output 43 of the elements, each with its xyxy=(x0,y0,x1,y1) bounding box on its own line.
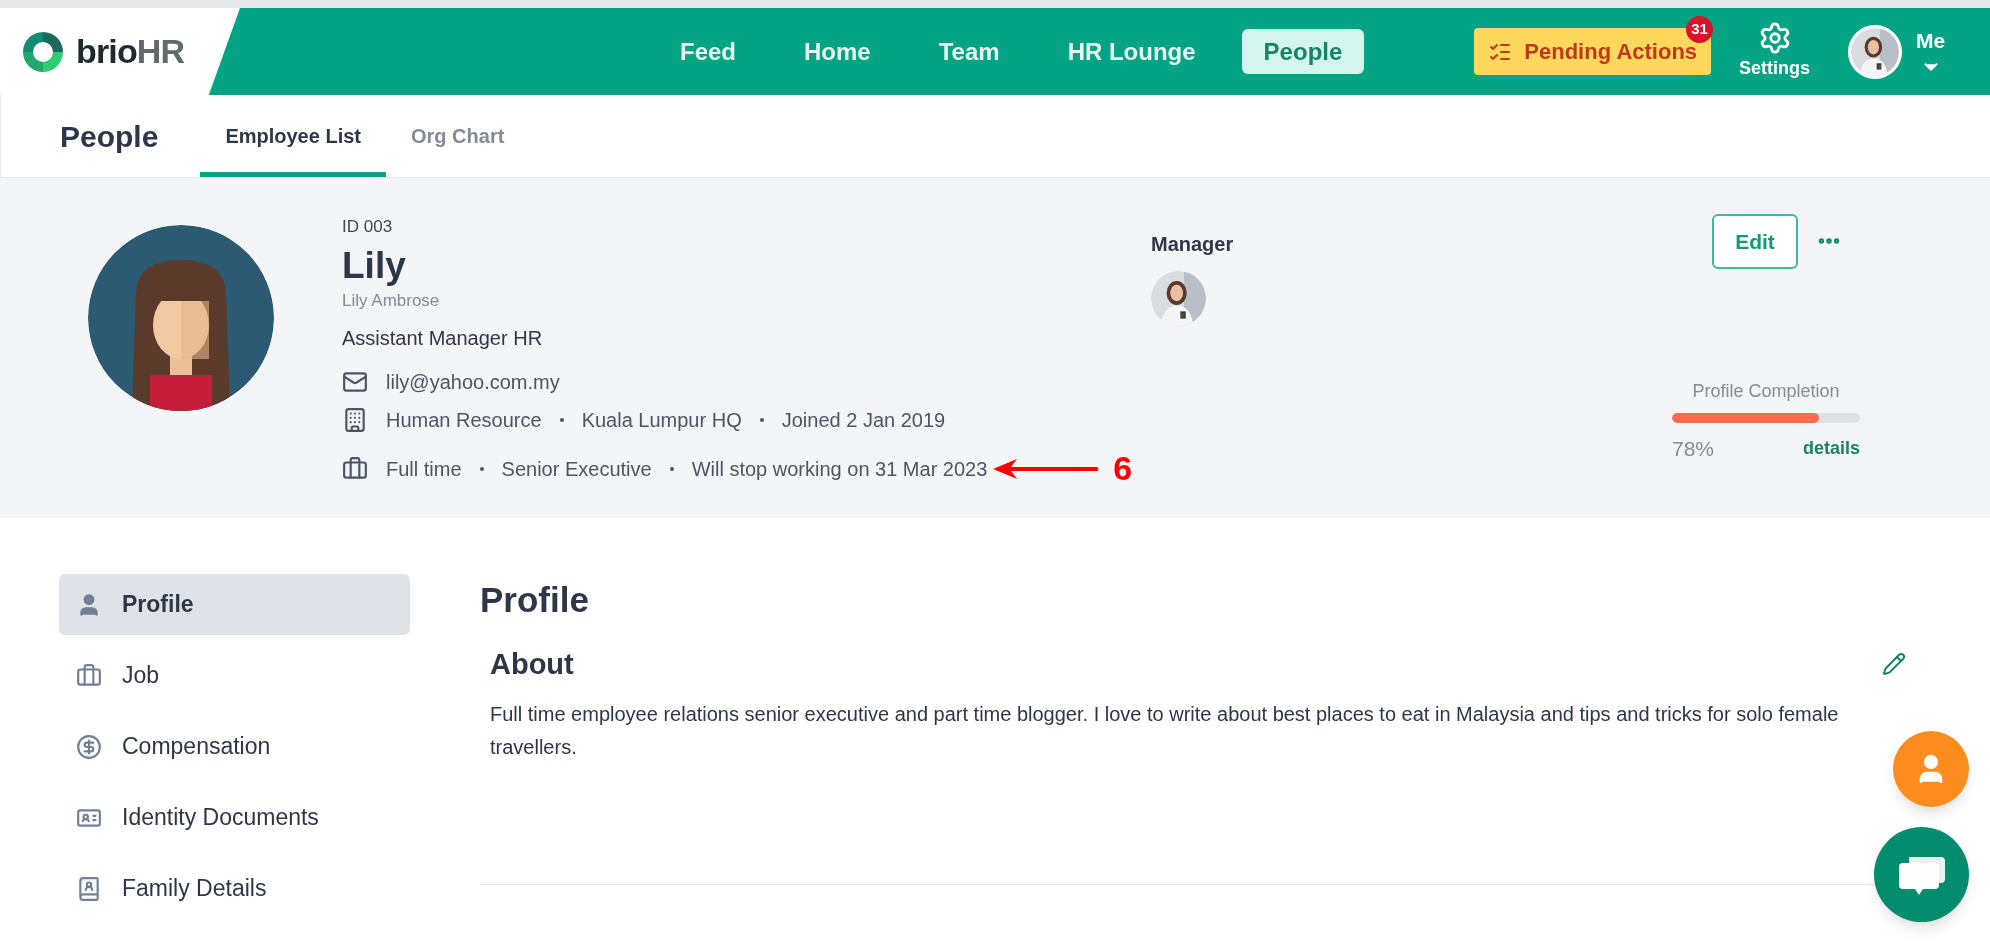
section-title: Profile xyxy=(480,579,590,621)
edit-icon[interactable] xyxy=(1882,652,1906,677)
employee-detail: Human Resource xyxy=(386,408,542,434)
details-link[interactable]: details xyxy=(1802,435,1860,463)
contact-book-icon xyxy=(76,875,102,902)
sidebar-item[interactable]: Family Details xyxy=(59,858,410,919)
employee-email: lily@yahoo.com.my xyxy=(386,370,560,396)
about-heading: About xyxy=(490,646,574,682)
nav-tab[interactable]: Home xyxy=(782,29,893,74)
sidebar-item[interactable]: Profile xyxy=(59,574,410,635)
building-icon xyxy=(342,407,368,434)
employee-detail: Full time xyxy=(386,456,462,482)
logo-text: brioHR xyxy=(76,31,185,72)
nav-tab[interactable]: HR Lounge xyxy=(1045,29,1218,74)
notification-badge: 31 xyxy=(1686,16,1713,43)
completion-label: Profile Completion xyxy=(1691,380,1841,403)
money-icon xyxy=(76,733,102,760)
annotation-number: 6 xyxy=(1113,448,1133,490)
settings-button[interactable]: Settings xyxy=(1739,8,1811,95)
briefcase-icon xyxy=(342,455,368,482)
nav-tab[interactable]: Feed xyxy=(658,29,758,74)
briefcase-icon xyxy=(76,662,102,689)
user-name[interactable]: Me xyxy=(1916,24,1946,57)
completion-percent: 78% xyxy=(1672,436,1715,462)
about-text: Full time employee relations senior executive and part time blogger. I love to write about best places to eat in Malaysia and tips and tricks for solo female travellers. xyxy=(490,702,1840,760)
employee-detail: Joined 2 Jan 2019 xyxy=(781,408,946,434)
nav-tab[interactable]: People xyxy=(1241,29,1365,74)
sidebar-item[interactable]: Identity Documents xyxy=(59,787,410,848)
employee-detail: Will stop working on 31 Mar 2023 xyxy=(691,456,988,482)
tab[interactable]: Org Chart xyxy=(386,95,530,177)
employee-name: Lily xyxy=(342,243,407,288)
page-title: People xyxy=(60,118,159,155)
employee-id: ID 003 xyxy=(342,216,394,238)
profile-fab[interactable] xyxy=(1893,731,1969,807)
sidebar-item[interactable]: Job xyxy=(59,645,410,706)
employee-full-name: Lily Ambrose xyxy=(342,289,441,312)
employee-detail: Kuala Lumpur HQ xyxy=(581,408,742,434)
manager-label: Manager xyxy=(1151,232,1234,257)
employee-position: Assistant Manager HR xyxy=(342,326,544,352)
sidebar-item[interactable]: Compensation xyxy=(59,716,410,777)
nav-tab[interactable]: Team xyxy=(916,29,1022,74)
employee-detail: Senior Executive xyxy=(501,456,652,482)
edit-button[interactable]: Edit xyxy=(1712,214,1798,269)
